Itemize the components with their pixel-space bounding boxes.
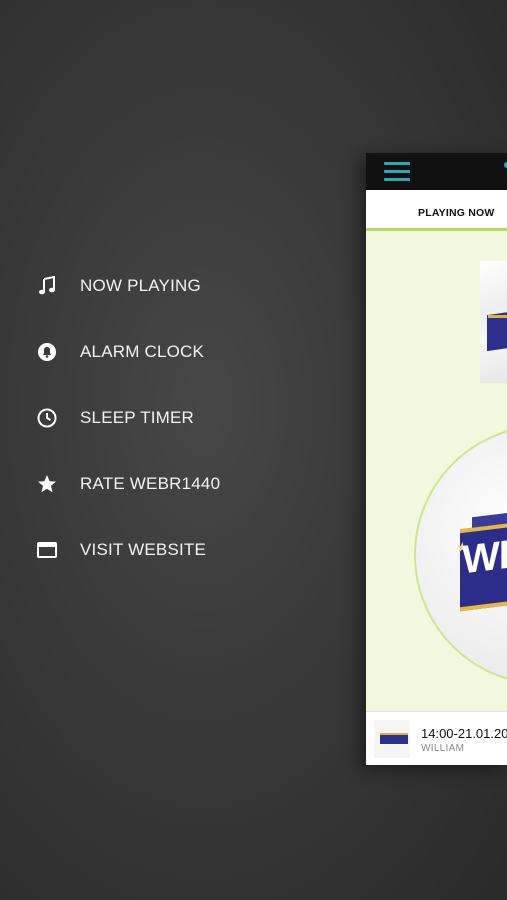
- now-playing-bar[interactable]: 14:00-21.01.20 WILLIAM: [366, 711, 507, 765]
- app-main-panel[interactable]: PLAYING NOW ★ WEB 14:00-21.01.20 WILLIAM: [366, 153, 507, 765]
- track-artist: WILLIAM: [421, 743, 465, 754]
- tab-bar: PLAYING NOW: [366, 190, 507, 231]
- station-logo-artwork: ★ WEB: [414, 425, 507, 685]
- clock-icon: [36, 407, 58, 429]
- menu-item-now-playing[interactable]: NOW PLAYING: [0, 264, 300, 308]
- alarm-bell-icon: [36, 341, 58, 363]
- menu-item-label: RATE WEBR1440: [80, 474, 221, 493]
- menu-item-sleep-timer[interactable]: SLEEP TIMER: [0, 396, 300, 440]
- music-note-icon: [36, 275, 58, 297]
- browser-window-icon: [36, 539, 58, 561]
- menu-item-rate[interactable]: RATE WEBR1440: [0, 462, 300, 506]
- star-icon: [36, 473, 58, 495]
- menu-item-label: SLEEP TIMER: [80, 408, 195, 427]
- menu-item-label: NOW PLAYING: [80, 276, 201, 295]
- track-title: 14:00-21.01.20: [421, 726, 507, 741]
- station-logo-thumbnail: [480, 261, 507, 383]
- track-thumbnail: [374, 720, 410, 758]
- tab-playing-now[interactable]: PLAYING NOW: [418, 207, 495, 219]
- top-bar: [366, 153, 507, 190]
- hamburger-menu-icon[interactable]: [384, 162, 410, 182]
- menu-item-label: VISIT WEBSITE: [80, 540, 207, 559]
- menu-item-visit-website[interactable]: VISIT WEBSITE: [0, 528, 300, 572]
- menu-item-alarm-clock[interactable]: ALARM CLOCK: [0, 330, 300, 374]
- menu-item-label: ALARM CLOCK: [80, 342, 205, 361]
